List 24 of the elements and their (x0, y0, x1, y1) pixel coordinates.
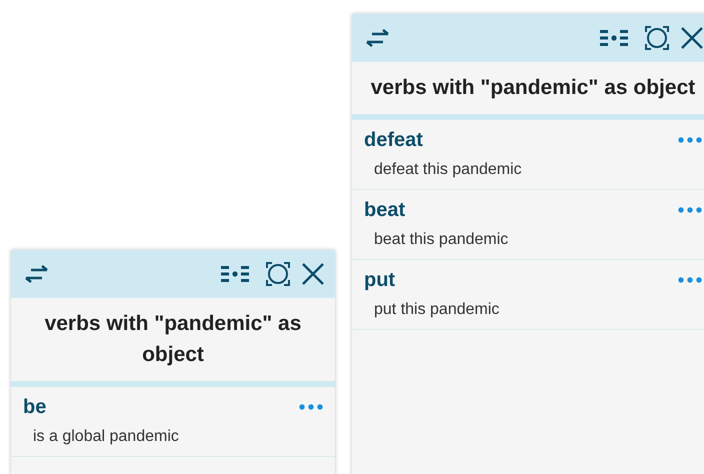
more-icon[interactable] (678, 137, 702, 143)
panel-title: verbs with "pandemic" as object (11, 298, 335, 387)
fullscreen-icon[interactable] (265, 261, 291, 287)
more-icon[interactable] (678, 207, 702, 213)
fullscreen-icon[interactable] (644, 25, 670, 51)
verb-entry[interactable]: defeat defeat this pandemic (352, 120, 704, 190)
verb-label: defeat (364, 128, 423, 153)
more-icon[interactable] (299, 404, 323, 410)
verb-label: put (364, 268, 396, 293)
verb-label: beat (364, 198, 406, 223)
verb-label: be (23, 395, 46, 420)
swap-icon[interactable] (364, 29, 390, 47)
panel-title: verbs with "pandemic" as object (352, 62, 704, 120)
more-icon[interactable] (678, 277, 702, 283)
close-icon[interactable] (680, 26, 704, 50)
swap-icon[interactable] (23, 265, 49, 283)
verb-entry[interactable]: be is a global pandemic (11, 387, 335, 457)
example-text: beat this pandemic (373, 230, 510, 250)
verb-entry[interactable]: put put this pandemic (352, 260, 704, 330)
example-text: is a global pandemic (32, 427, 180, 447)
close-icon[interactable] (301, 262, 325, 286)
verb-entry[interactable]: beat beat this pandemic (352, 190, 704, 260)
example-text: put this pandemic (373, 300, 500, 320)
example-text: defeat this pandemic (373, 160, 523, 180)
